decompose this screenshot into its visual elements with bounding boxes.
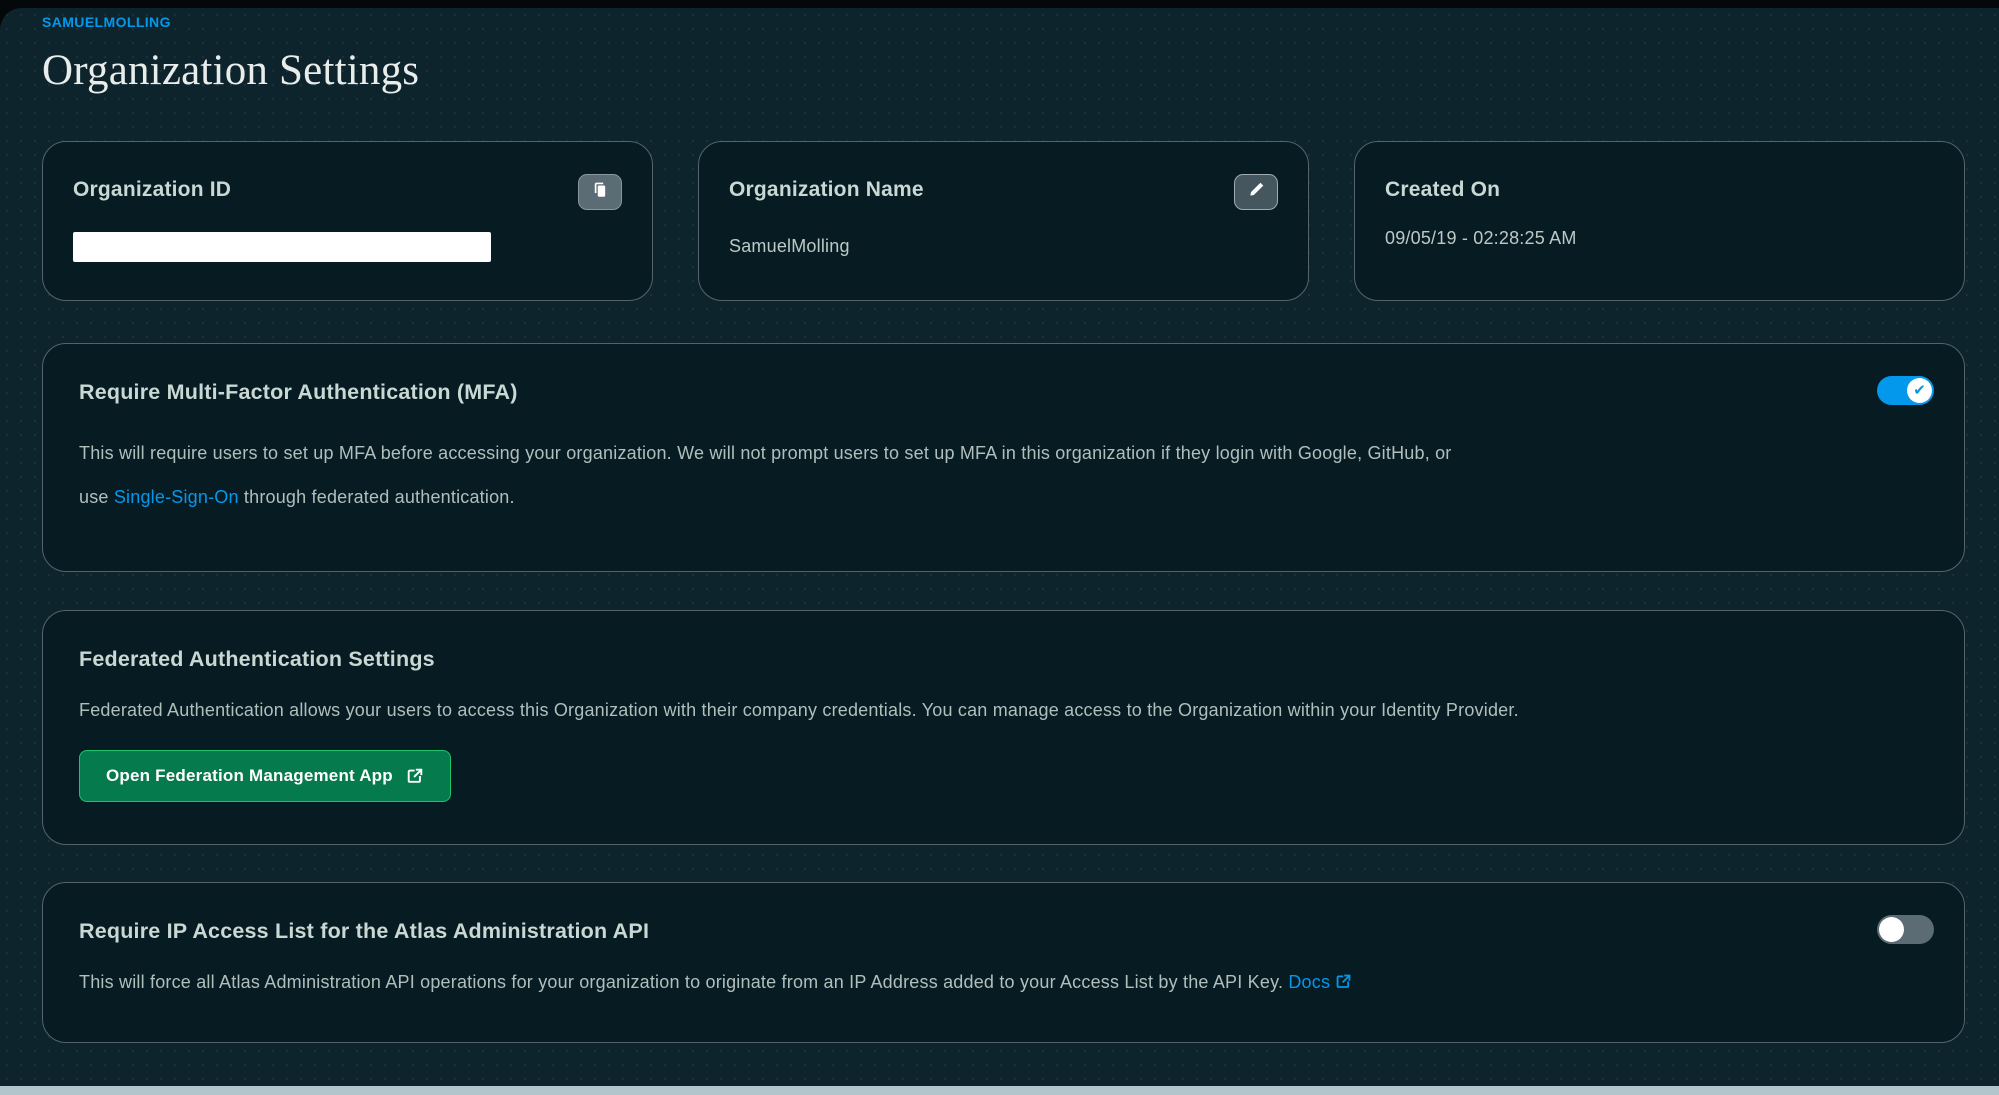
open-federation-management-app-label: Open Federation Management App <box>106 766 393 786</box>
mfa-description-line2: use Single-Sign-On through federated aut… <box>79 475 1928 519</box>
mfa-toggle[interactable]: ✔ <box>1877 376 1934 405</box>
created-on-card: Created On 09/05/19 - 02:28:25 AM <box>1354 141 1965 301</box>
organization-name-label: Organization Name <box>729 178 924 202</box>
mfa-description-line2-suffix: through federated authentication. <box>239 487 515 507</box>
federated-auth-card: Federated Authentication Settings Federa… <box>42 610 1965 845</box>
external-link-icon <box>406 767 424 785</box>
organization-name-value: SamuelMolling <box>729 236 1278 257</box>
open-federation-management-app-button[interactable]: Open Federation Management App <box>79 750 451 802</box>
ip-access-list-title: Require IP Access List for the Atlas Adm… <box>79 919 1928 944</box>
copy-organization-id-button[interactable] <box>578 174 622 210</box>
mfa-description-line2-prefix: use <box>79 487 114 507</box>
ip-access-list-description: This will force all Atlas Administration… <box>79 970 1928 994</box>
organization-id-value-redacted <box>73 232 491 262</box>
created-on-label: Created On <box>1385 178 1500 202</box>
copy-icon <box>592 181 609 204</box>
organization-settings-page: SAMUELMOLLING Organization Settings Orga… <box>0 8 1999 1086</box>
ip-access-list-description-text: This will force all Atlas Administration… <box>79 972 1288 992</box>
organization-id-label: Organization ID <box>73 178 231 202</box>
mfa-description: This will require users to set up MFA be… <box>79 431 1928 519</box>
org-info-cards-row: Organization ID Organization Name <box>42 141 1965 301</box>
page-title: Organization Settings <box>42 46 1965 95</box>
breadcrumb[interactable]: SAMUELMOLLING <box>42 14 1965 30</box>
single-sign-on-link[interactable]: Single-Sign-On <box>114 487 239 507</box>
federated-auth-description: Federated Authentication allows your use… <box>79 698 1928 722</box>
docs-external-link-icon[interactable] <box>1335 973 1352 990</box>
organization-name-card: Organization Name SamuelMolling <box>698 141 1309 301</box>
mfa-card: Require Multi-Factor Authentication (MFA… <box>42 343 1965 572</box>
mfa-title: Require Multi-Factor Authentication (MFA… <box>79 380 1928 405</box>
ip-access-list-toggle[interactable] <box>1877 915 1934 944</box>
docs-link[interactable]: Docs <box>1288 972 1330 992</box>
checkmark-icon: ✔ <box>1913 383 1926 398</box>
created-on-value: 09/05/19 - 02:28:25 AM <box>1385 228 1934 249</box>
bottom-edge-strip <box>0 1086 1999 1095</box>
ip-access-list-card: Require IP Access List for the Atlas Adm… <box>42 882 1965 1043</box>
mfa-description-line1: This will require users to set up MFA be… <box>79 431 1928 475</box>
mfa-toggle-knob: ✔ <box>1907 378 1932 403</box>
edit-organization-name-button[interactable] <box>1234 174 1278 210</box>
edit-pencil-icon <box>1248 181 1265 203</box>
organization-id-card: Organization ID <box>42 141 653 301</box>
ip-access-list-toggle-knob <box>1879 917 1904 942</box>
federated-auth-title: Federated Authentication Settings <box>79 647 1928 672</box>
